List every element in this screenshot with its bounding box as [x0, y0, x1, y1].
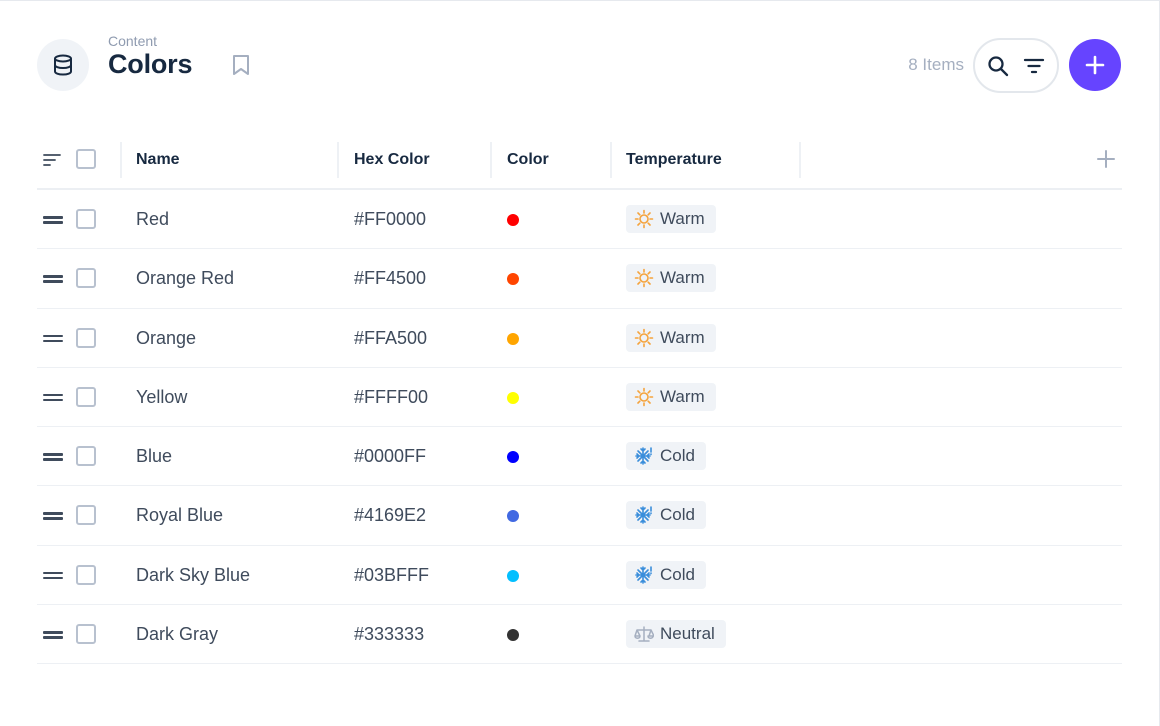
page-title: Colors — [108, 49, 193, 79]
temperature-label: Cold — [660, 564, 695, 584]
table-row[interactable]: Royal Blue #4169E2 Cold — [37, 486, 1122, 546]
temperature-label: Neutral — [660, 624, 715, 644]
row-checkbox[interactable] — [76, 624, 96, 645]
breadcrumb[interactable]: Content — [108, 33, 157, 49]
search-icon[interactable] — [984, 52, 1012, 80]
table-row[interactable]: Orange #FFA500 Warm — [37, 309, 1122, 368]
table-row[interactable]: Dark Gray #333333 Neutral — [37, 605, 1122, 665]
temperature-badge: Warm — [626, 323, 716, 352]
page-header: Content Colors 8 Items — [37, 33, 1121, 94]
cell-hex-color: #333333 — [354, 624, 425, 645]
temperature-badge: Warm — [626, 205, 716, 233]
temperature-badge: Cold — [626, 442, 706, 471]
cell-name: Royal Blue — [136, 505, 224, 526]
drag-handle-icon[interactable] — [43, 453, 63, 461]
items-table: Name Hex Color Color Temperature Red #FF0… — [37, 131, 1122, 665]
snowflake-icon — [634, 565, 654, 585]
temperature-badge: Warm — [626, 264, 716, 293]
drag-handle-icon[interactable] — [43, 631, 63, 639]
color-swatch — [507, 569, 519, 582]
column-divider[interactable] — [337, 142, 339, 178]
temperature-badge: Warm — [626, 382, 716, 411]
cell-hex-color: #FFFF00 — [354, 386, 429, 407]
color-swatch — [507, 273, 519, 286]
create-item-button[interactable] — [1069, 39, 1121, 91]
search-filter-group — [973, 38, 1059, 93]
sort-icon[interactable] — [43, 153, 61, 167]
cell-hex-color: #4169E2 — [354, 505, 427, 526]
row-checkbox[interactable] — [76, 446, 96, 467]
table-row[interactable]: Dark Sky Blue #03BFFF Cold — [37, 546, 1122, 606]
table-body: Red #FF0000 Warm Orange Red #FF4500 Warm Orang… — [37, 190, 1122, 665]
cell-hex-color: #FFA500 — [354, 327, 428, 348]
column-header-hex-color[interactable]: Hex Color — [354, 131, 430, 188]
row-checkbox[interactable] — [76, 327, 96, 348]
color-swatch — [507, 510, 519, 523]
cell-name: Orange Red — [136, 268, 235, 289]
sun-icon — [634, 328, 654, 348]
temperature-label: Warm — [660, 386, 705, 406]
drag-handle-icon[interactable] — [43, 571, 63, 580]
color-swatch — [507, 629, 519, 642]
bookmark-icon[interactable] — [230, 53, 252, 77]
cell-name: Orange — [136, 327, 197, 348]
sun-icon — [634, 387, 654, 407]
column-header-name[interactable]: Name — [136, 131, 180, 188]
filter-icon[interactable] — [1020, 52, 1048, 80]
row-checkbox[interactable] — [76, 564, 96, 585]
row-checkbox[interactable] — [76, 268, 96, 289]
drag-handle-icon[interactable] — [43, 393, 63, 402]
sun-icon — [634, 209, 654, 229]
select-all-checkbox[interactable] — [76, 149, 96, 169]
table-row[interactable]: Red #FF0000 Warm — [37, 190, 1122, 250]
drag-handle-icon[interactable] — [43, 216, 63, 224]
column-divider — [120, 142, 122, 178]
snowflake-icon — [634, 505, 654, 525]
snowflake-icon — [634, 446, 654, 466]
row-checkbox[interactable] — [76, 505, 96, 526]
cell-name: Blue — [136, 446, 173, 467]
temperature-label: Warm — [660, 327, 705, 347]
column-header-color[interactable]: Color — [507, 131, 549, 188]
color-swatch — [507, 391, 519, 404]
cell-name: Dark Gray — [136, 624, 219, 645]
column-divider[interactable] — [799, 142, 801, 178]
column-header-temperature[interactable]: Temperature — [626, 131, 722, 188]
temperature-label: Warm — [660, 268, 705, 288]
cell-name: Yellow — [136, 386, 188, 407]
drag-handle-icon[interactable] — [43, 334, 63, 343]
drag-handle-icon[interactable] — [43, 275, 63, 283]
cell-hex-color: #03BFFF — [354, 564, 430, 585]
temperature-badge: Neutral — [626, 620, 726, 649]
temperature-label: Warm — [660, 209, 705, 228]
column-divider[interactable] — [610, 142, 612, 178]
cell-hex-color: #0000FF — [354, 446, 427, 467]
color-swatch — [507, 214, 519, 226]
database-icon — [37, 39, 89, 91]
items-count: 8 Items — [908, 55, 964, 74]
scale-icon — [634, 624, 654, 644]
temperature-badge: Cold — [626, 560, 706, 589]
cell-name: Red — [136, 209, 170, 229]
table-row[interactable]: Blue #0000FF Cold — [37, 427, 1122, 487]
add-field-icon[interactable] — [1096, 149, 1116, 169]
temperature-label: Cold — [660, 446, 695, 466]
column-divider[interactable] — [490, 142, 492, 178]
cell-name: Dark Sky Blue — [136, 564, 251, 585]
cell-hex-color: #FF0000 — [354, 209, 427, 229]
drag-handle-icon[interactable] — [43, 512, 63, 520]
cell-hex-color: #FF4500 — [354, 268, 427, 289]
table-row[interactable]: Orange Red #FF4500 Warm — [37, 249, 1122, 309]
table-row[interactable]: Yellow #FFFF00 Warm — [37, 368, 1122, 428]
temperature-badge: Cold — [626, 501, 706, 530]
row-checkbox[interactable] — [76, 209, 96, 229]
color-swatch — [507, 451, 519, 464]
row-checkbox[interactable] — [76, 386, 96, 407]
temperature-label: Cold — [660, 505, 695, 525]
sun-icon — [634, 268, 654, 288]
color-swatch — [507, 332, 519, 345]
table-header: Name Hex Color Color Temperature — [37, 131, 1122, 190]
